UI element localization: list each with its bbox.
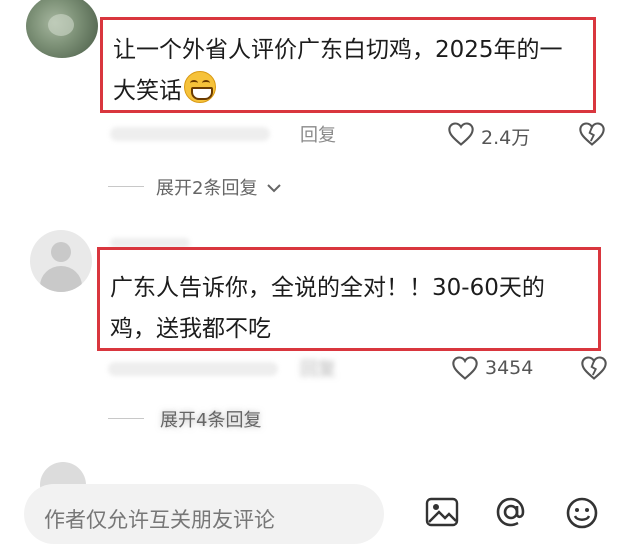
reply-link[interactable]: 回复 (300, 355, 336, 381)
comment-text: 让一个外省人评价广东白切鸡，2025年的一大笑话 (113, 37, 563, 104)
like-count: 2.4万 (481, 127, 531, 149)
like-heart-icon[interactable] (447, 121, 475, 147)
expand-replies-label: 展开4条回复 (160, 410, 262, 431)
grinning-squint-emoji-icon (184, 71, 216, 103)
dislike-broken-heart-icon[interactable] (580, 355, 608, 381)
reply-link[interactable]: 回复 (300, 121, 336, 147)
divider (108, 186, 144, 187)
commenter-avatar-default[interactable] (30, 230, 92, 292)
comment-input-placeholder: 作者仅允许互关朋友评论 (44, 508, 275, 532)
expand-replies-button[interactable]: 展开4条回复 (160, 406, 261, 432)
image-icon[interactable] (425, 497, 459, 527)
comment-text-box: 广东人告诉你，全说的全对！！30-60天的鸡，送我都不吃 (97, 247, 601, 351)
comment-meta-blurred (110, 127, 270, 141)
like-count: 3454 (485, 357, 534, 379)
comment-text: 广东人告诉你，全说的全对！！30-60天的鸡，送我都不吃 (110, 275, 545, 342)
chevron-down-icon (267, 184, 281, 193)
emoji-icon[interactable] (565, 496, 599, 530)
dislike-broken-heart-icon[interactable] (578, 121, 606, 147)
like-heart-icon[interactable] (451, 355, 479, 381)
expand-replies-button[interactable]: 展开2条回复 (156, 174, 281, 200)
mention-icon[interactable] (495, 496, 527, 528)
comment-text-box: 让一个外省人评价广东白切鸡，2025年的一大笑话 (100, 17, 596, 113)
comment-meta-blurred (108, 362, 278, 376)
divider (108, 418, 144, 419)
expand-replies-label: 展开2条回复 (156, 178, 258, 199)
commenter-avatar[interactable] (26, 0, 98, 58)
